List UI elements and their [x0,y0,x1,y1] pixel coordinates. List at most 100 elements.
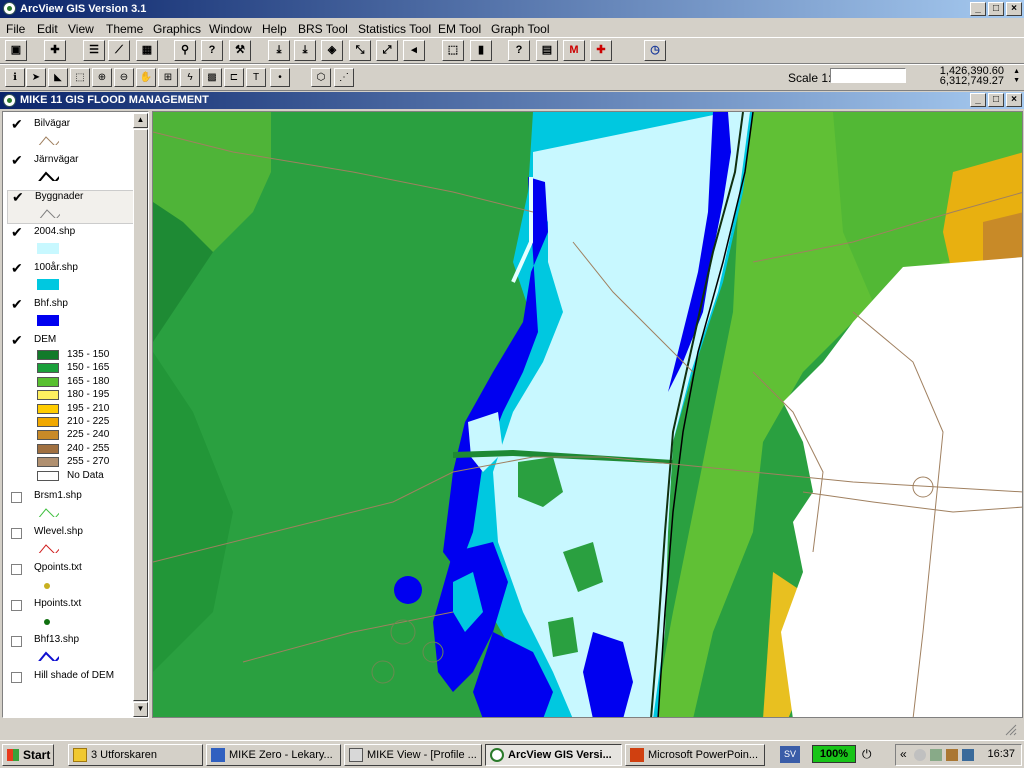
theme-visibility-checkbox[interactable] [12,189,24,206]
theme-bilvagar[interactable]: Bilvägar [7,116,135,154]
save-project-icon[interactable]: ▣ [5,40,27,61]
theme-visibility-checkbox[interactable] [11,672,22,683]
start-button[interactable]: Start [2,744,54,766]
theme-visibility-checkbox[interactable] [11,492,22,503]
scroll-thumb[interactable] [133,129,148,701]
theme-properties-icon[interactable]: ☰ [83,40,105,61]
volume-icon[interactable] [946,749,958,761]
theme-bhf-shp[interactable]: Bhf.shp [7,296,135,334]
scroll-down-icon[interactable]: ▼ [133,702,148,717]
m11-icon[interactable]: M [563,40,585,61]
theme-visibility-checkbox[interactable] [11,636,22,647]
pointer-icon[interactable]: ➤ [26,68,46,87]
help-pointer-icon[interactable]: ? [508,40,530,61]
theme-hpoints-txt[interactable]: Hpoints.txt [7,598,135,634]
theme-2004-shp[interactable]: 2004.shp [7,224,135,262]
menu-em-tool[interactable]: EM Tool [438,22,481,36]
menu-graph-tool[interactable]: Graph Tool [491,22,549,36]
select-features-icon[interactable]: ⬚ [442,40,464,61]
scroll-up-icon[interactable]: ▲ [133,113,148,128]
edit-legend-icon[interactable]: ⟋ [108,40,130,61]
zoom-selected-icon[interactable]: ◈ [321,40,343,61]
locate-address-icon[interactable]: ? [201,40,223,61]
zoom-previous-icon[interactable]: ◂ [403,40,425,61]
menu-brs-tool[interactable]: BRS Tool [298,22,348,36]
zoom-full-extent-icon[interactable]: ⤓ [268,40,290,61]
theme-100ar-shp[interactable]: 100år.shp [7,260,135,298]
theme-visibility-checkbox[interactable] [11,260,23,277]
menu-edit[interactable]: Edit [37,22,58,36]
task-utforskaren[interactable]: 3 Utforskaren [68,744,203,766]
find-icon[interactable]: ⚲ [174,40,196,61]
menu-view[interactable]: View [68,22,94,36]
clock-icon[interactable]: ◷ [644,40,666,61]
menu-graphics[interactable]: Graphics [153,22,201,36]
theme-dem[interactable]: DEM 135 - 150 150 - 165165 - 180 180 - 195… [7,332,135,489]
zoom-out-icon[interactable]: ⤢ [376,40,398,61]
battery-indicator[interactable]: 100% [812,745,856,763]
zoom-in-icon[interactable]: ⤡ [349,40,371,61]
minimize-button[interactable]: _ [970,2,986,16]
pan-hand-icon[interactable]: ✋ [136,68,156,87]
network-disconnected-icon[interactable] [914,749,926,761]
tray-app-icon[interactable] [930,749,942,761]
menu-window[interactable]: Window [209,22,252,36]
theme-visibility-checkbox[interactable] [11,332,23,349]
identify-icon[interactable]: ℹ [5,68,25,87]
zoom-out-tool-icon[interactable]: ⊖ [114,68,134,87]
area-select-icon[interactable]: ▩ [202,68,222,87]
menu-file[interactable]: File [6,22,25,36]
view-close-button[interactable]: × [1006,93,1022,107]
theme-visibility-checkbox[interactable] [11,528,22,539]
theme-visibility-checkbox[interactable] [11,296,23,313]
vertex-edit-icon[interactable]: ◣ [48,68,68,87]
add-theme-icon[interactable]: ✚ [44,40,66,61]
theme-jarnvagar[interactable]: Järnvägar [7,152,135,190]
theme-byggnader[interactable]: Byggnader [7,189,135,224]
resize-grip-icon[interactable] [1004,723,1018,737]
clear-selection-icon[interactable]: ▮ [470,40,492,61]
topo-icon[interactable]: ▤ [536,40,558,61]
measure-icon[interactable]: ⊞ [158,68,178,87]
view-minimize-button[interactable]: _ [970,93,986,107]
theme-bhf13-shp[interactable]: Bhf13.shp [7,634,135,670]
draw-point-icon[interactable]: • [270,68,290,87]
snap-icon[interactable]: ⋰ [334,68,354,87]
task-arcview[interactable]: ArcView GIS Versi... [485,744,622,766]
menu-theme[interactable]: Theme [106,22,143,36]
display-icon[interactable] [962,749,974,761]
task-powerpoint[interactable]: Microsoft PowerPoin... [625,744,765,766]
theme-visibility-checkbox[interactable] [11,224,23,241]
label-icon[interactable]: ⊏ [224,68,244,87]
hotlink-icon[interactable]: ϟ [180,68,200,87]
add-red-icon[interactable]: ✚ [590,40,612,61]
view-restore-button[interactable]: □ [988,93,1004,107]
toc-scrollbar[interactable]: ▲ ▼ [133,113,148,717]
zoom-in-tool-icon[interactable]: ⊕ [92,68,112,87]
scale-input[interactable] [830,68,906,83]
tray-expand-chevron[interactable]: « [900,747,907,761]
theme-hill-shade[interactable]: Hill shade of DEM [7,670,135,690]
theme-visibility-checkbox[interactable] [11,564,22,575]
theme-visibility-checkbox[interactable] [11,600,22,611]
close-button[interactable]: × [1006,2,1022,16]
table-of-contents[interactable]: Bilvägar Järnvägar Byggnader 2004.shp 10… [2,111,149,718]
open-table-icon[interactable]: ▦ [136,40,158,61]
text-tool-icon[interactable]: T [246,68,266,87]
maximize-button[interactable]: □ [988,2,1004,16]
language-indicator[interactable]: SV [780,746,800,763]
query-builder-icon[interactable]: ⚒ [229,40,251,61]
task-mike-view[interactable]: MIKE View - [Profile ... [344,744,482,766]
map-canvas[interactable] [152,111,1023,718]
menu-help[interactable]: Help [262,22,287,36]
theme-wlevel-shp[interactable]: Wlevel.shp [7,526,135,562]
draw-polygon-icon[interactable]: ⬡ [311,68,331,87]
theme-brsm1-shp[interactable]: Brsm1.shp [7,490,135,526]
menu-statistics-tool[interactable]: Statistics Tool [358,22,431,36]
theme-qpoints-txt[interactable]: Qpoints.txt [7,562,135,598]
zoom-active-themes-icon[interactable]: ⤓ [294,40,316,61]
theme-visibility-checkbox[interactable] [11,116,23,133]
theme-visibility-checkbox[interactable] [11,152,23,169]
task-mike-zero[interactable]: MIKE Zero - Lekary... [206,744,341,766]
select-feature-icon[interactable]: ⬚ [70,68,90,87]
